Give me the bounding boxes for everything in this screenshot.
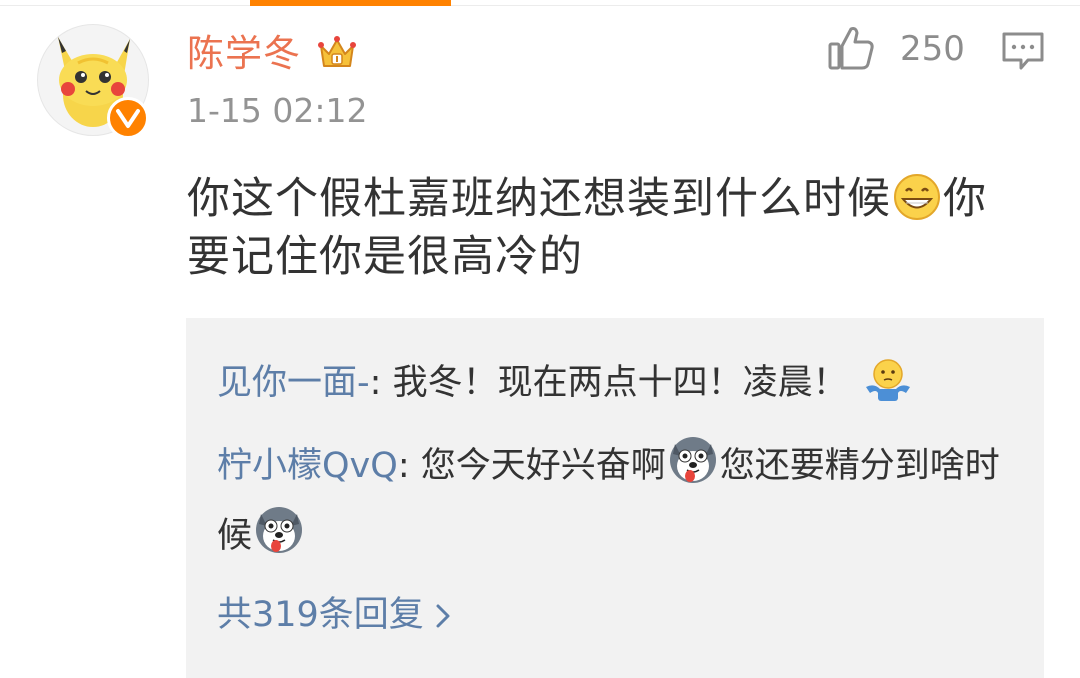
comment-timestamp: 1-15 02:12	[187, 91, 368, 130]
reply-separator: :	[397, 446, 421, 486]
verified-v-icon	[116, 109, 140, 128]
thumbs-up-icon	[828, 27, 874, 70]
reply-separator: :	[369, 363, 393, 403]
comment-body: 你这个假杜嘉班纳还想装到什么时候 你要记住你是很高冷的	[187, 170, 1017, 286]
reply-item: 见你一面-: 我冬！现在两点十四！凌晨！	[217, 348, 1017, 418]
reply-text: 您今天好兴奋啊	[420, 446, 666, 486]
vip-crown-icon[interactable]	[315, 30, 359, 74]
reply-author[interactable]: 柠小檬QvQ	[217, 446, 398, 486]
reply-item: 柠小檬QvQ: 您今天好兴奋啊 您还要精分到啥时候	[217, 431, 1017, 571]
husky-emoji	[669, 437, 716, 483]
reply-text: 我冬！现在两点十四！凌晨！	[392, 363, 848, 403]
username[interactable]: 陈学冬	[187, 30, 301, 78]
comment-icon	[1002, 32, 1044, 70]
husky-emoji	[256, 507, 303, 553]
like-count: 250	[900, 29, 965, 69]
view-all-replies-label: 共319条回复	[217, 595, 424, 635]
comment-button[interactable]	[1001, 30, 1045, 72]
chevron-right-icon	[436, 604, 450, 628]
grin-emoji	[894, 174, 940, 220]
replies-panel: 见你一面-: 我冬！现在两点十四！凌晨！ 柠小檬QvQ: 您今天好兴奋啊 您还要…	[186, 318, 1044, 678]
verified-badge	[107, 97, 149, 139]
comment-text-part1: 你这个假杜嘉班纳还想装到什么时候	[187, 174, 891, 224]
active-tab-indicator	[250, 0, 451, 6]
top-divider	[0, 5, 1080, 6]
view-all-replies-link[interactable]: 共319条回复	[217, 580, 452, 650]
shrug-emoji	[865, 359, 910, 401]
like-button[interactable]: 250	[826, 24, 966, 76]
reply-author[interactable]: 见你一面-	[217, 363, 370, 403]
